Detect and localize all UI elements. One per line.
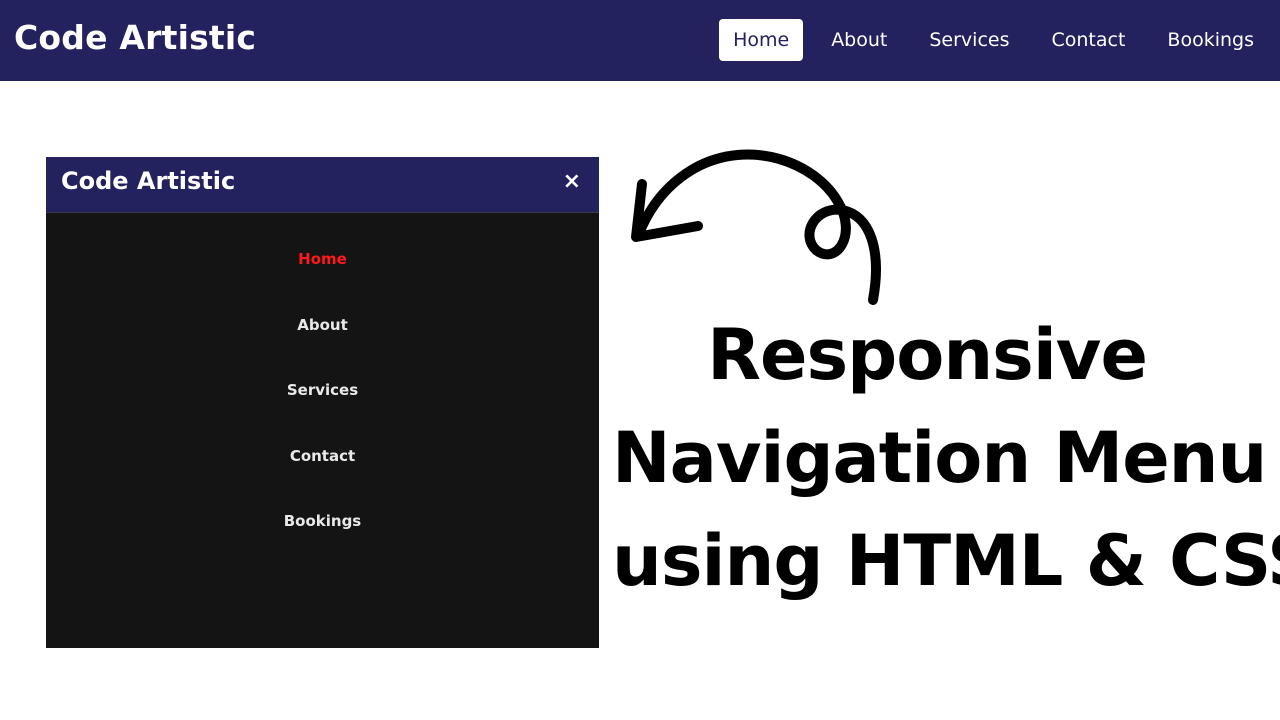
curved-arrow-icon: [631, 149, 881, 305]
nav-link-services[interactable]: Services: [915, 19, 1023, 61]
mobile-menu-preview: Code Artistic × Home About Services Cont…: [46, 157, 599, 648]
headline-line-2: Navigation Menu: [612, 417, 1267, 499]
nav-link-bookings[interactable]: Bookings: [1153, 19, 1268, 61]
brand-logo[interactable]: Code Artistic: [14, 18, 256, 57]
headline-line-3: using HTML & CSS: [612, 520, 1280, 602]
nav-link-home[interactable]: Home: [719, 19, 804, 61]
mobile-nav-link-home[interactable]: Home: [46, 249, 599, 269]
nav-link-about[interactable]: About: [817, 19, 901, 61]
mobile-nav-link-about[interactable]: About: [46, 315, 599, 335]
headline: Responsive Navigation Menu using HTML & …: [612, 304, 1280, 613]
nav-link-contact[interactable]: Contact: [1038, 19, 1140, 61]
mobile-nav-link-bookings[interactable]: Bookings: [46, 511, 599, 531]
mobile-navbar: Code Artistic ×: [46, 157, 599, 213]
mobile-nav-link-services[interactable]: Services: [46, 380, 599, 400]
top-navbar: Code Artistic Home About Services Contac…: [0, 0, 1280, 81]
top-nav-links: Home About Services Contact Bookings: [705, 19, 1268, 61]
close-icon[interactable]: ×: [563, 170, 581, 194]
headline-line-1: Responsive: [707, 314, 1148, 396]
mobile-nav-list: Home About Services Contact Bookings: [46, 249, 599, 577]
mobile-brand-logo[interactable]: Code Artistic: [61, 167, 235, 195]
mobile-nav-link-contact[interactable]: Contact: [46, 446, 599, 466]
